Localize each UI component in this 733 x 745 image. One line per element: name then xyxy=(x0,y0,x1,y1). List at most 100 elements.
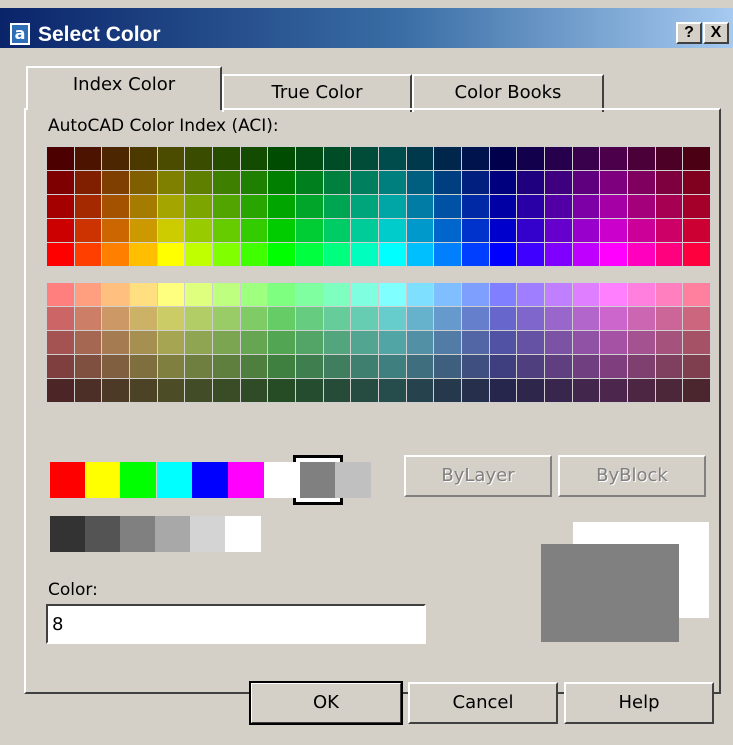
aci-upper-swatch[interactable] xyxy=(295,194,324,219)
aci-lower-swatch[interactable] xyxy=(461,378,490,403)
aci-upper-swatch[interactable] xyxy=(599,242,628,267)
aci-lower-swatch[interactable] xyxy=(350,354,379,379)
aci-upper-swatch[interactable] xyxy=(212,242,241,267)
aci-lower-swatch[interactable] xyxy=(488,354,518,379)
aci-lower-swatch[interactable] xyxy=(461,330,490,355)
aci-lower-swatch[interactable] xyxy=(350,330,379,355)
aci-upper-swatch[interactable] xyxy=(516,146,545,171)
aci-lower-swatch[interactable] xyxy=(239,306,269,331)
aci-upper-swatch[interactable] xyxy=(156,218,186,243)
aci-upper-swatch[interactable] xyxy=(682,218,711,243)
aci-upper-swatch[interactable] xyxy=(378,146,407,171)
standard-color-swatch[interactable] xyxy=(300,462,336,498)
aci-lower-swatch[interactable] xyxy=(654,330,684,355)
aci-upper-swatch[interactable] xyxy=(184,194,213,219)
aci-lower-swatch[interactable] xyxy=(571,354,601,379)
aci-lower-swatch[interactable] xyxy=(73,282,103,307)
aci-upper-swatch[interactable] xyxy=(488,194,518,219)
aci-lower-swatch[interactable] xyxy=(46,354,75,379)
aci-upper-swatch[interactable] xyxy=(46,146,75,171)
aci-upper-swatch[interactable] xyxy=(322,170,352,195)
aci-lower-swatch[interactable] xyxy=(101,354,130,379)
aci-lower-swatch[interactable] xyxy=(129,330,158,355)
aci-lower-swatch[interactable] xyxy=(350,282,379,307)
aci-upper-swatch[interactable] xyxy=(46,242,75,267)
aci-upper-swatch[interactable] xyxy=(295,170,324,195)
aci-upper-swatch[interactable] xyxy=(461,146,490,171)
tab-true-color[interactable]: True Color xyxy=(222,74,412,112)
aci-upper-swatch[interactable] xyxy=(184,242,213,267)
aci-upper-swatch[interactable] xyxy=(129,170,158,195)
aci-lower-swatch[interactable] xyxy=(73,354,103,379)
bylayer-button[interactable]: ByLayer xyxy=(404,455,552,497)
aci-upper-swatch[interactable] xyxy=(433,218,462,243)
aci-lower-swatch[interactable] xyxy=(322,306,352,331)
aci-upper-swatch[interactable] xyxy=(129,194,158,219)
aci-lower-swatch[interactable] xyxy=(405,330,435,355)
aci-lower-swatch[interactable] xyxy=(654,354,684,379)
aci-lower-swatch[interactable] xyxy=(322,354,352,379)
aci-lower-swatch[interactable] xyxy=(405,378,435,403)
aci-lower-swatch[interactable] xyxy=(267,330,296,355)
aci-lower-swatch[interactable] xyxy=(682,282,711,307)
aci-upper-swatch[interactable] xyxy=(599,194,628,219)
aci-lower-swatch[interactable] xyxy=(571,306,601,331)
aci-lower-swatch[interactable] xyxy=(239,354,269,379)
aci-upper-swatch[interactable] xyxy=(544,242,573,267)
aci-upper-swatch[interactable] xyxy=(295,242,324,267)
aci-lower-swatch[interactable] xyxy=(295,330,324,355)
aci-lower-swatch[interactable] xyxy=(627,330,656,355)
aci-lower-swatch[interactable] xyxy=(599,306,628,331)
aci-upper-swatch[interactable] xyxy=(73,242,103,267)
aci-lower-swatch[interactable] xyxy=(267,306,296,331)
aci-upper-swatch[interactable] xyxy=(544,218,573,243)
aci-lower-swatch[interactable] xyxy=(544,306,573,331)
aci-upper-swatch[interactable] xyxy=(433,170,462,195)
aci-lower-swatch[interactable] xyxy=(654,306,684,331)
aci-upper-swatch[interactable] xyxy=(239,242,269,267)
aci-lower-swatch[interactable] xyxy=(322,282,352,307)
standard-color-swatch[interactable] xyxy=(157,462,193,498)
aci-upper-swatch[interactable] xyxy=(101,242,130,267)
aci-lower-swatch[interactable] xyxy=(267,282,296,307)
aci-upper-swatch[interactable] xyxy=(627,194,656,219)
aci-lower-swatch[interactable] xyxy=(433,306,462,331)
aci-lower-swatch[interactable] xyxy=(378,282,407,307)
aci-upper-swatch[interactable] xyxy=(378,242,407,267)
aci-upper-swatch[interactable] xyxy=(571,218,601,243)
aci-lower-swatch[interactable] xyxy=(433,378,462,403)
aci-upper-swatch[interactable] xyxy=(461,194,490,219)
aci-upper-swatch[interactable] xyxy=(571,146,601,171)
aci-lower-swatch[interactable] xyxy=(350,378,379,403)
aci-lower-swatch[interactable] xyxy=(488,282,518,307)
aci-lower-swatch[interactable] xyxy=(488,378,518,403)
aci-lower-swatch[interactable] xyxy=(405,282,435,307)
aci-lower-swatch[interactable] xyxy=(516,306,545,331)
standard-color-swatch[interactable] xyxy=(192,462,228,498)
aci-lower-swatch[interactable] xyxy=(544,282,573,307)
aci-upper-swatch[interactable] xyxy=(212,170,241,195)
aci-upper-swatch[interactable] xyxy=(627,146,656,171)
standard-color-swatch[interactable] xyxy=(264,462,300,498)
aci-upper-swatch[interactable] xyxy=(433,146,462,171)
aci-upper-swatch[interactable] xyxy=(350,218,379,243)
aci-lower-swatch[interactable] xyxy=(73,378,103,403)
aci-lower-swatch[interactable] xyxy=(571,378,601,403)
help-caption-button[interactable]: ? xyxy=(676,22,702,44)
aci-upper-swatch[interactable] xyxy=(267,194,296,219)
aci-upper-swatch[interactable] xyxy=(267,218,296,243)
aci-lower-swatch[interactable] xyxy=(488,330,518,355)
aci-upper-swatch[interactable] xyxy=(101,218,130,243)
aci-upper-swatch[interactable] xyxy=(267,170,296,195)
aci-lower-swatch[interactable] xyxy=(571,282,601,307)
aci-upper-swatch[interactable] xyxy=(184,146,213,171)
aci-lower-swatch[interactable] xyxy=(212,354,241,379)
aci-lower-swatch[interactable] xyxy=(184,330,213,355)
standard-color-swatch[interactable] xyxy=(228,462,264,498)
aci-lower-swatch[interactable] xyxy=(488,306,518,331)
aci-upper-swatch[interactable] xyxy=(682,194,711,219)
aci-lower-swatch[interactable] xyxy=(599,378,628,403)
aci-upper-swatch[interactable] xyxy=(544,170,573,195)
aci-lower-swatch[interactable] xyxy=(101,378,130,403)
aci-upper-swatch[interactable] xyxy=(129,146,158,171)
